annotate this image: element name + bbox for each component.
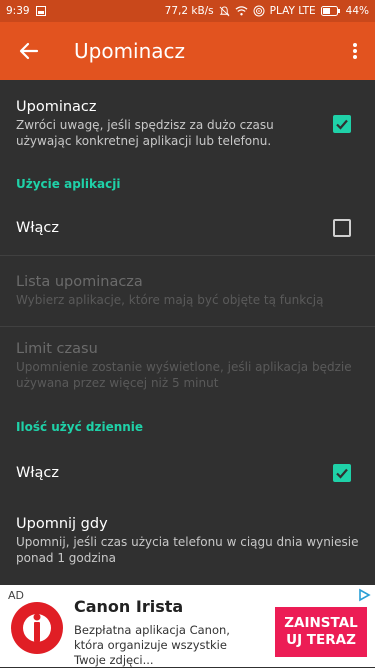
section-header-app-usage: Użycie aplikacji: [16, 177, 121, 191]
daily-enable-checkbox[interactable]: [333, 464, 351, 482]
setting-time-limit: Limit czasu Upomnienie zostanie wyświetl…: [0, 327, 375, 405]
status-bar: 9:39 77,2 kB/s PLAY LTE 44%: [0, 0, 375, 22]
setting-reminder-list: Lista upominacza Wybierz aplikacje, któr…: [0, 256, 375, 326]
battery-icon: [320, 6, 341, 16]
hotspot-icon: [253, 5, 265, 17]
wifi-icon: [235, 6, 248, 16]
cta-label-line-2: UJ TERAZ: [286, 632, 356, 648]
setting-reminder-main[interactable]: Upominacz Zwróci uwagę, jeśli spędzisz z…: [0, 80, 375, 168]
ad-description: Bezpłatna aplikacja Canon, która organiz…: [74, 623, 230, 667]
setting-title: Lista upominacza: [16, 274, 143, 290]
setting-summary: Upomnij, jeśli czas użycia telefonu w ci…: [16, 535, 359, 565]
setting-title: Limit czasu: [16, 341, 98, 357]
setting-summary: Wybierz aplikacje, które mają być objęte…: [16, 293, 324, 307]
install-now-button[interactable]: ZAINSTAL UJ TERAZ: [275, 607, 367, 657]
setting-daily-enable[interactable]: Włącz: [0, 445, 375, 501]
ad-title: Canon Irista: [74, 597, 184, 616]
network-speed: 77,2 kB/s: [164, 5, 214, 17]
setting-title: Upominacz: [16, 99, 97, 115]
setting-summary: Zwróci uwagę, jeśli spędzisz za dużo cza…: [16, 118, 274, 148]
overflow-menu-button[interactable]: [335, 22, 375, 80]
page-title: Upominacz: [74, 39, 186, 63]
setting-remind-when[interactable]: Upomnij gdy Upomnij, jeśli czas użycia t…: [0, 501, 375, 581]
battery-percent: 44%: [345, 5, 369, 17]
back-button[interactable]: [0, 22, 58, 80]
setting-title: Upomnij gdy: [16, 516, 108, 532]
checkmark-icon: [336, 119, 348, 130]
reminder-main-checkbox[interactable]: [333, 115, 351, 133]
canon-irista-logo: [10, 601, 64, 655]
ad-banner[interactable]: AD Canon Irista Bezpłatna aplikacja Cano…: [0, 585, 375, 667]
app-bar: Upominacz: [0, 22, 375, 80]
setting-summary: Upomnienie zostanie wyświetlone, jeśli a…: [16, 360, 352, 390]
setting-title: Włącz: [16, 219, 59, 236]
more-vert-icon: [353, 43, 357, 59]
ad-choices-icon[interactable]: [357, 587, 371, 606]
setting-app-usage-enable[interactable]: Włącz: [0, 200, 375, 255]
status-time: 9:39: [6, 5, 30, 17]
section-header-daily-uses: Ilość użyć dziennie: [16, 420, 144, 434]
setting-title: Włącz: [16, 465, 59, 481]
arrow-back-icon: [19, 42, 39, 60]
checkmark-icon: [336, 468, 348, 479]
carrier-label: PLAY LTE: [269, 5, 316, 17]
image-notification-icon: [35, 6, 46, 16]
cta-label-line-1: ZAINSTAL: [284, 615, 358, 631]
mute-bell-icon: [219, 5, 230, 17]
settings-list: Upominacz Zwróci uwagę, jeśli spędzisz z…: [0, 80, 375, 581]
app-usage-enable-checkbox[interactable]: [333, 218, 351, 237]
